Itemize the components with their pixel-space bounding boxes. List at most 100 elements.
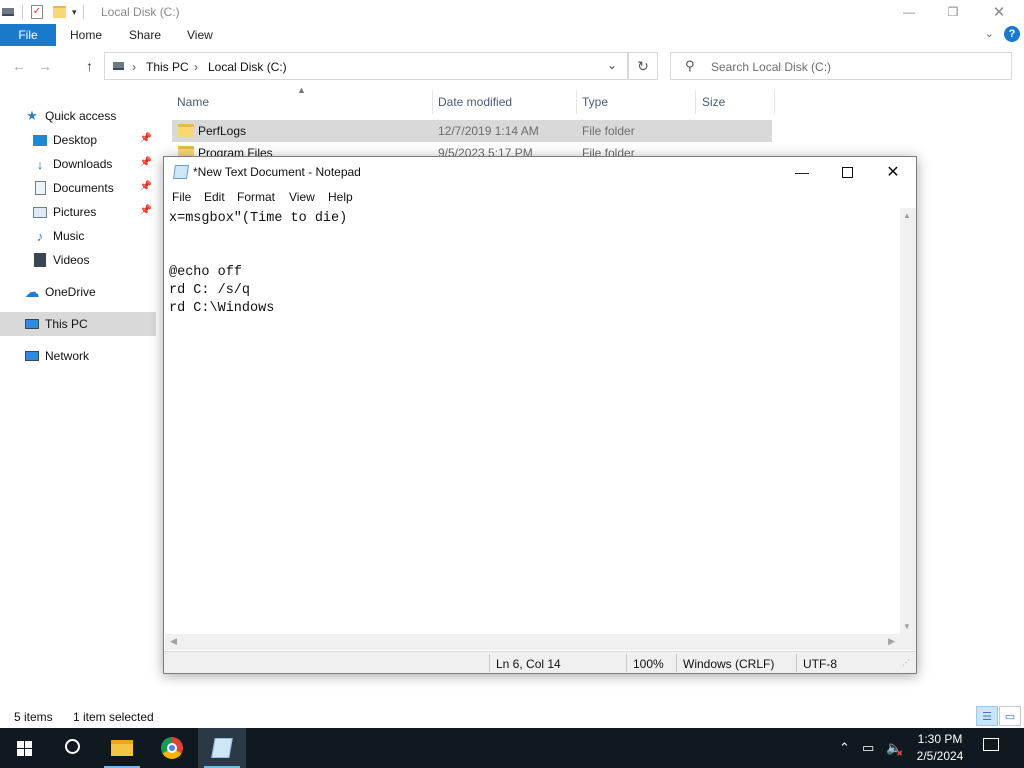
zoom-level: 100% <box>633 657 664 671</box>
refresh-icon: ↻ <box>637 57 649 74</box>
this-pc-small-icon <box>113 62 124 70</box>
sidebar-item-documents[interactable]: Documents 📌 <box>0 176 156 200</box>
window-title: Local Disk (C:) <box>101 5 180 19</box>
quick-access-toolbar: ✓ ▾ <box>2 3 90 21</box>
scroll-down-icon[interactable]: ▼ <box>903 622 911 631</box>
column-divider[interactable] <box>576 90 577 114</box>
tab-share[interactable]: Share <box>129 24 161 46</box>
column-header-date-modified[interactable]: Date modified <box>438 95 512 109</box>
menu-edit[interactable]: Edit <box>204 190 225 204</box>
notepad-close-button[interactable]: ✕ <box>870 157 916 187</box>
breadcrumb-this-pc[interactable]: This PC <box>146 60 189 74</box>
status-divider <box>489 654 490 672</box>
pin-icon[interactable]: 📌 <box>140 205 152 216</box>
sidebar-item-label: Music <box>53 229 85 243</box>
menu-help[interactable]: Help <box>328 190 353 204</box>
line-ending: Windows (CRLF) <box>683 657 775 671</box>
notepad-minimize-button[interactable]: — <box>779 157 825 187</box>
refresh-button[interactable]: ↻ <box>628 52 658 80</box>
tab-home[interactable]: Home <box>70 24 102 46</box>
status-divider <box>796 654 797 672</box>
network-status-icon[interactable]: ▭ <box>862 740 874 756</box>
customize-qat-icon[interactable]: ▾ <box>72 7 77 18</box>
notepad-taskbar-button[interactable] <box>198 728 246 768</box>
column-divider[interactable] <box>695 90 696 114</box>
column-header-name[interactable]: Name <box>177 95 209 109</box>
sidebar-item-label: Documents <box>53 181 114 195</box>
file-explorer-taskbar-button[interactable] <box>98 728 146 768</box>
column-divider[interactable] <box>432 90 433 114</box>
notepad-icon <box>211 738 233 758</box>
chrome-icon <box>161 737 183 759</box>
status-divider <box>676 654 677 672</box>
sidebar-item-label: Videos <box>53 253 90 267</box>
back-button[interactable]: ← <box>12 58 26 74</box>
sidebar-item-this-pc[interactable]: This PC <box>0 312 156 336</box>
scrollbar-corner <box>900 634 916 650</box>
system-clock[interactable]: 1:30 PM 2/5/2024 <box>905 731 975 765</box>
menu-format[interactable]: Format <box>237 190 275 204</box>
notepad-title-bar[interactable]: *New Text Document - Notepad — ✕ <box>164 157 916 187</box>
pin-icon[interactable]: 📌 <box>140 157 152 168</box>
tab-file[interactable]: File <box>0 24 56 46</box>
minimize-button[interactable]: — <box>886 0 932 24</box>
column-divider[interactable] <box>774 90 775 114</box>
onedrive-icon: ☁ <box>24 284 40 301</box>
start-button[interactable] <box>0 728 48 768</box>
close-icon: ✕ <box>886 164 900 181</box>
sidebar-item-quick-access[interactable]: ★ Quick access <box>0 104 156 128</box>
vertical-scrollbar[interactable]: ▲ ▼ <box>900 208 916 634</box>
sidebar-item-pictures[interactable]: Pictures 📌 <box>0 200 156 224</box>
pin-icon[interactable]: 📌 <box>140 181 152 192</box>
show-hidden-icons-icon[interactable]: ⌃ <box>839 740 850 756</box>
maximize-button[interactable]: ❐ <box>930 0 976 24</box>
scroll-right-icon[interactable]: ▶ <box>888 636 895 647</box>
cursor-position: Ln 6, Col 14 <box>496 657 561 671</box>
breadcrumb-local-disk[interactable]: Local Disk (C:) <box>208 60 287 74</box>
sidebar-item-onedrive[interactable]: ☁ OneDrive <box>0 280 156 304</box>
file-row[interactable]: PerfLogs 12/7/2019 1:14 AM File folder <box>172 120 772 142</box>
up-button[interactable]: ↑ <box>86 58 93 74</box>
column-header-type[interactable]: Type <box>582 95 608 109</box>
search-taskbar-button[interactable] <box>48 728 96 768</box>
scroll-left-icon[interactable]: ◀ <box>170 636 177 647</box>
sidebar-item-videos[interactable]: Videos <box>0 248 156 272</box>
search-box[interactable]: ⚲ Search Local Disk (C:) <box>670 52 1012 80</box>
close-icon: ✕ <box>992 4 1006 21</box>
taskbar: ⌃ ▭ 🔈✖ 1:30 PM 2/5/2024 <box>0 728 1024 768</box>
expand-ribbon-icon[interactable]: ⌄ <box>985 27 994 40</box>
sidebar-item-label: Quick access <box>45 109 117 123</box>
clock-time: 1:30 PM <box>917 732 963 746</box>
sidebar-item-desktop[interactable]: Desktop 📌 <box>0 128 156 152</box>
close-button[interactable]: ✕ <box>976 0 1022 24</box>
sidebar-item-music[interactable]: ♪ Music <box>0 224 156 248</box>
address-bar[interactable]: › This PC › Local Disk (C:) ⌄ <box>104 52 628 80</box>
column-header-size[interactable]: Size <box>702 95 725 109</box>
notepad-maximize-button[interactable] <box>824 157 870 187</box>
minimize-icon: — <box>795 164 809 180</box>
new-folder-icon[interactable] <box>53 6 66 18</box>
drive-icon <box>2 8 14 16</box>
notepad-text-area[interactable]: x=msgbox"(Time to die) @echo off rd C: /… <box>165 208 900 634</box>
scroll-up-icon[interactable]: ▲ <box>903 211 911 220</box>
back-arrow-icon: ← <box>12 58 26 74</box>
details-view-button[interactable]: ☰ <box>976 706 998 726</box>
forward-button[interactable]: → <box>38 58 52 74</box>
help-icon[interactable]: ? <box>1004 26 1020 42</box>
large-icons-view-button[interactable]: ▭ <box>999 706 1021 726</box>
sidebar-item-downloads[interactable]: ↓ Downloads 📌 <box>0 152 156 176</box>
properties-icon[interactable]: ✓ <box>31 5 43 19</box>
menu-view[interactable]: View <box>289 190 315 204</box>
menu-file[interactable]: File <box>172 190 191 204</box>
pictures-icon <box>32 204 48 220</box>
large-icons-view-icon: ▭ <box>1004 710 1016 723</box>
chrome-taskbar-button[interactable] <box>148 728 196 768</box>
tab-view[interactable]: View <box>187 24 213 46</box>
sidebar-item-network[interactable]: Network <box>0 344 156 368</box>
clock-date: 2/5/2024 <box>916 749 964 763</box>
horizontal-scrollbar[interactable]: ◀ ▶ <box>165 634 900 650</box>
action-center-icon[interactable] <box>983 738 999 754</box>
address-history-dropdown-icon[interactable]: ⌄ <box>607 58 617 72</box>
resize-grip-icon[interactable]: ⋰ <box>902 658 910 667</box>
pin-icon[interactable]: 📌 <box>140 133 152 144</box>
